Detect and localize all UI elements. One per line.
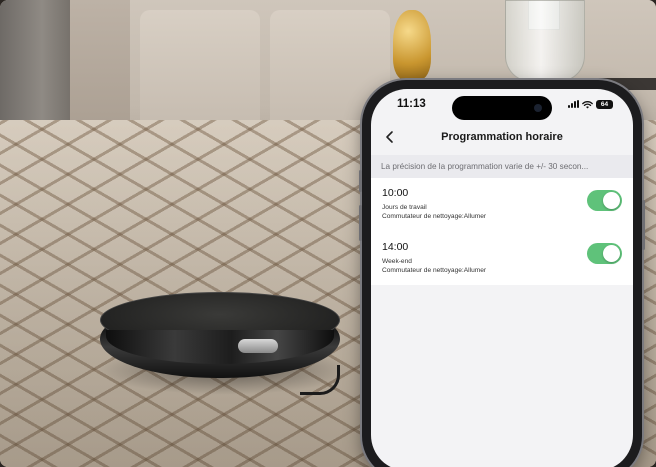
schedule-action: Commutateur de nettoyage:Allumer bbox=[382, 213, 487, 220]
schedule-item[interactable]: 14:00 Week-end Commutateur de nettoyage:… bbox=[371, 231, 633, 285]
phone-side-button bbox=[642, 200, 645, 250]
status-icons: 64 bbox=[568, 99, 613, 109]
gold-figurine bbox=[393, 10, 431, 80]
camera-icon bbox=[534, 104, 542, 112]
status-time: 11:13 bbox=[397, 98, 426, 110]
schedule-days: Week-end bbox=[382, 258, 412, 265]
app-screen: 11:13 64 Programmation horaire La précis… bbox=[371, 89, 633, 467]
phone-frame: 11:13 64 Programmation horaire La précis… bbox=[359, 80, 645, 467]
schedule-time: 10:00 bbox=[382, 187, 409, 199]
nav-bar: Programmation horaire bbox=[371, 119, 633, 155]
precision-notice: La précision de la programmation varie d… bbox=[371, 155, 633, 178]
schedule-action: Commutateur de nettoyage:Allumer bbox=[382, 267, 487, 274]
toggle-knob bbox=[603, 192, 620, 209]
wifi-icon bbox=[582, 100, 593, 109]
schedule-toggle[interactable] bbox=[587, 190, 622, 211]
schedule-list: 10:00 Jours de travail Commutateur de ne… bbox=[371, 178, 633, 285]
toggle-knob bbox=[603, 245, 620, 262]
phone-side-button bbox=[359, 205, 362, 241]
curtain bbox=[0, 0, 70, 140]
sofa-cushion bbox=[140, 10, 260, 130]
status-bar: 11:13 64 bbox=[371, 89, 633, 120]
signal-icon bbox=[568, 100, 579, 108]
page-title: Programmation horaire bbox=[441, 131, 563, 143]
schedule-item[interactable]: 10:00 Jours de travail Commutateur de ne… bbox=[371, 178, 633, 231]
phone-side-button bbox=[359, 170, 362, 192]
battery-icon: 64 bbox=[596, 99, 613, 109]
dynamic-island bbox=[452, 96, 552, 120]
schedule-days: Jours de travail bbox=[382, 204, 427, 211]
back-chevron-icon[interactable] bbox=[383, 130, 397, 144]
schedule-toggle[interactable] bbox=[587, 243, 622, 264]
schedule-time: 14:00 bbox=[382, 241, 409, 253]
glass-vase bbox=[505, 0, 585, 82]
robot-sensor bbox=[238, 339, 278, 353]
